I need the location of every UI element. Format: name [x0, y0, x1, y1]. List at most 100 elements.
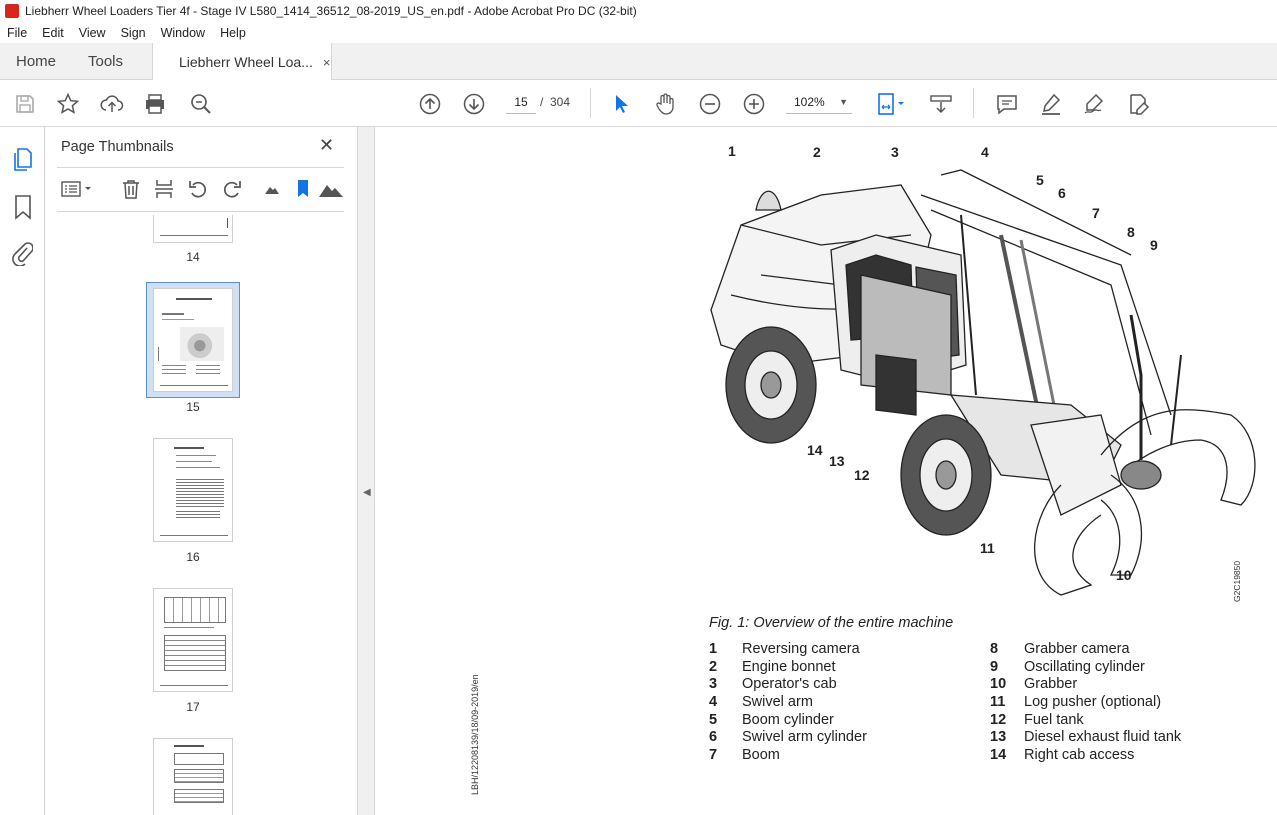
- bookmark-star-icon[interactable]: [55, 91, 81, 117]
- thumbnail-page-15[interactable]: [153, 288, 233, 392]
- hand-icon[interactable]: [652, 91, 678, 117]
- page-number-input[interactable]: 15: [506, 90, 536, 114]
- zoom-value: 102%: [794, 95, 825, 109]
- menu-file[interactable]: File: [0, 26, 35, 40]
- page-thumbnails-icon[interactable]: [11, 147, 35, 178]
- legend-text: Log pusher (optional): [1024, 694, 1162, 710]
- legend-number: 11: [990, 694, 1006, 710]
- panel-title: Page Thumbnails: [61, 139, 174, 155]
- attachments-icon[interactable]: [11, 240, 34, 271]
- zoom-out-icon[interactable]: [697, 91, 723, 117]
- comment-icon[interactable]: [994, 91, 1020, 117]
- legend-number: 1: [709, 641, 718, 657]
- toolbar-separator: [590, 88, 591, 118]
- panel-close-icon[interactable]: ✕: [319, 135, 334, 156]
- legend-number: 9: [990, 659, 999, 675]
- menu-view[interactable]: View: [72, 26, 114, 40]
- bookmark-marker-icon[interactable]: [291, 177, 315, 201]
- left-rail: [0, 127, 45, 815]
- callout-10: 10: [1116, 567, 1132, 583]
- main-toolbar: [0, 80, 1277, 127]
- thumbnail-list: 14 15 16 17: [57, 215, 351, 815]
- legend-number: 4: [709, 694, 718, 710]
- save-icon[interactable]: [12, 91, 38, 117]
- page-separator: /: [540, 95, 544, 109]
- thumbnail-page-17[interactable]: [153, 588, 233, 692]
- thumbnail-page-18[interactable]: [153, 738, 233, 815]
- split-page-icon[interactable]: [152, 177, 176, 201]
- callout-12: 12: [854, 467, 870, 483]
- document-view: LBH/12208139/18/09-2019/en 1 2 3 4 5 6 7…: [376, 127, 1277, 815]
- legend-text: Reversing camera: [742, 641, 860, 657]
- menu-edit[interactable]: Edit: [35, 26, 72, 40]
- tab-close-icon[interactable]: ×: [323, 55, 331, 70]
- tab-home[interactable]: Home: [16, 43, 56, 80]
- legend-text: Swivel arm: [742, 694, 813, 710]
- callout-8: 8: [1127, 224, 1135, 240]
- upload-icon[interactable]: [99, 91, 125, 117]
- page-thumbnails-panel: Page Thumbnails ✕ 14 15 16 17: [45, 127, 395, 815]
- callout-13: 13: [829, 453, 845, 469]
- scroll-mode-icon[interactable]: [928, 91, 954, 117]
- zoom-in-icon[interactable]: [741, 91, 767, 117]
- collapse-panel-icon[interactable]: ◀: [363, 487, 371, 498]
- thumbnail-small-icon[interactable]: [260, 177, 284, 201]
- search-zoom-icon[interactable]: [188, 91, 214, 117]
- legend-number: 8: [990, 641, 999, 657]
- toolbar-separator: [973, 88, 974, 118]
- legend-text: Engine bonnet: [742, 659, 836, 675]
- tab-tools-label: Tools: [88, 53, 124, 70]
- tab-document[interactable]: Liebherr Wheel Loa... ×: [152, 43, 332, 81]
- fit-page-icon[interactable]: [873, 91, 909, 117]
- delete-page-icon[interactable]: [119, 177, 143, 201]
- panel-divider: [57, 211, 344, 212]
- tab-tools[interactable]: Tools: [88, 43, 123, 80]
- thumbnail-large-icon[interactable]: [317, 177, 345, 201]
- legend-text: Oscillating cylinder: [1024, 659, 1145, 675]
- panel-splitter[interactable]: ◀: [358, 127, 375, 815]
- window-title: Liebherr Wheel Loaders Tier 4f - Stage I…: [25, 4, 637, 18]
- rotate-ccw-icon[interactable]: [186, 177, 210, 201]
- select-arrow-icon[interactable]: [608, 91, 634, 117]
- legend-text: Swivel arm cylinder: [742, 729, 867, 745]
- tab-bar: Home Tools Liebherr Wheel Loa... ×: [0, 43, 1277, 81]
- legend-text: Operator's cab: [742, 676, 837, 692]
- callout-6: 6: [1058, 185, 1066, 201]
- acrobat-app-icon: [5, 4, 19, 18]
- legend-number: 7: [709, 747, 718, 763]
- menu-help[interactable]: Help: [213, 26, 254, 40]
- callout-4: 4: [981, 144, 989, 160]
- callout-9: 9: [1150, 237, 1158, 253]
- prev-page-icon[interactable]: [417, 91, 443, 117]
- next-page-icon[interactable]: [461, 91, 487, 117]
- legend-number: 3: [709, 676, 718, 692]
- menu-sign[interactable]: Sign: [114, 26, 154, 40]
- callout-3: 3: [891, 144, 899, 160]
- print-icon[interactable]: [142, 91, 168, 117]
- legend-number: 2: [709, 659, 718, 675]
- legend-text: Boom: [742, 747, 780, 763]
- legend-text: Diesel exhaust fluid tank: [1024, 729, 1182, 745]
- bookmarks-icon[interactable]: [13, 194, 33, 225]
- tab-document-label: Liebherr Wheel Loa...: [179, 54, 313, 70]
- thumbnail-label: 15: [186, 400, 200, 414]
- legend-text: Right cab access: [1024, 747, 1135, 763]
- side-code: LBH/12208139/18/09-2019/en: [470, 674, 480, 795]
- legend-number: 5: [709, 712, 718, 728]
- menu-bar: File Edit View Sign Window Help: [0, 22, 1277, 43]
- thumbnail-options-icon[interactable]: [61, 177, 95, 201]
- highlight-icon[interactable]: [1038, 91, 1064, 117]
- sign-icon[interactable]: [1081, 91, 1107, 117]
- edit-icon[interactable]: [1125, 91, 1151, 117]
- thumbnail-page-14[interactable]: [153, 215, 233, 243]
- tab-home-label: Home: [16, 53, 57, 70]
- thumbnail-page-16[interactable]: [153, 438, 233, 542]
- zoom-select[interactable]: 102% ▼: [786, 90, 852, 114]
- legend-number: 13: [990, 729, 1007, 745]
- callout-1: 1: [728, 143, 736, 159]
- callout-5: 5: [1036, 172, 1044, 188]
- rotate-cw-icon[interactable]: [220, 177, 244, 201]
- legend-text: Fuel tank: [1024, 712, 1084, 728]
- menu-window[interactable]: Window: [154, 26, 213, 40]
- legend-text: Boom cylinder: [742, 712, 834, 728]
